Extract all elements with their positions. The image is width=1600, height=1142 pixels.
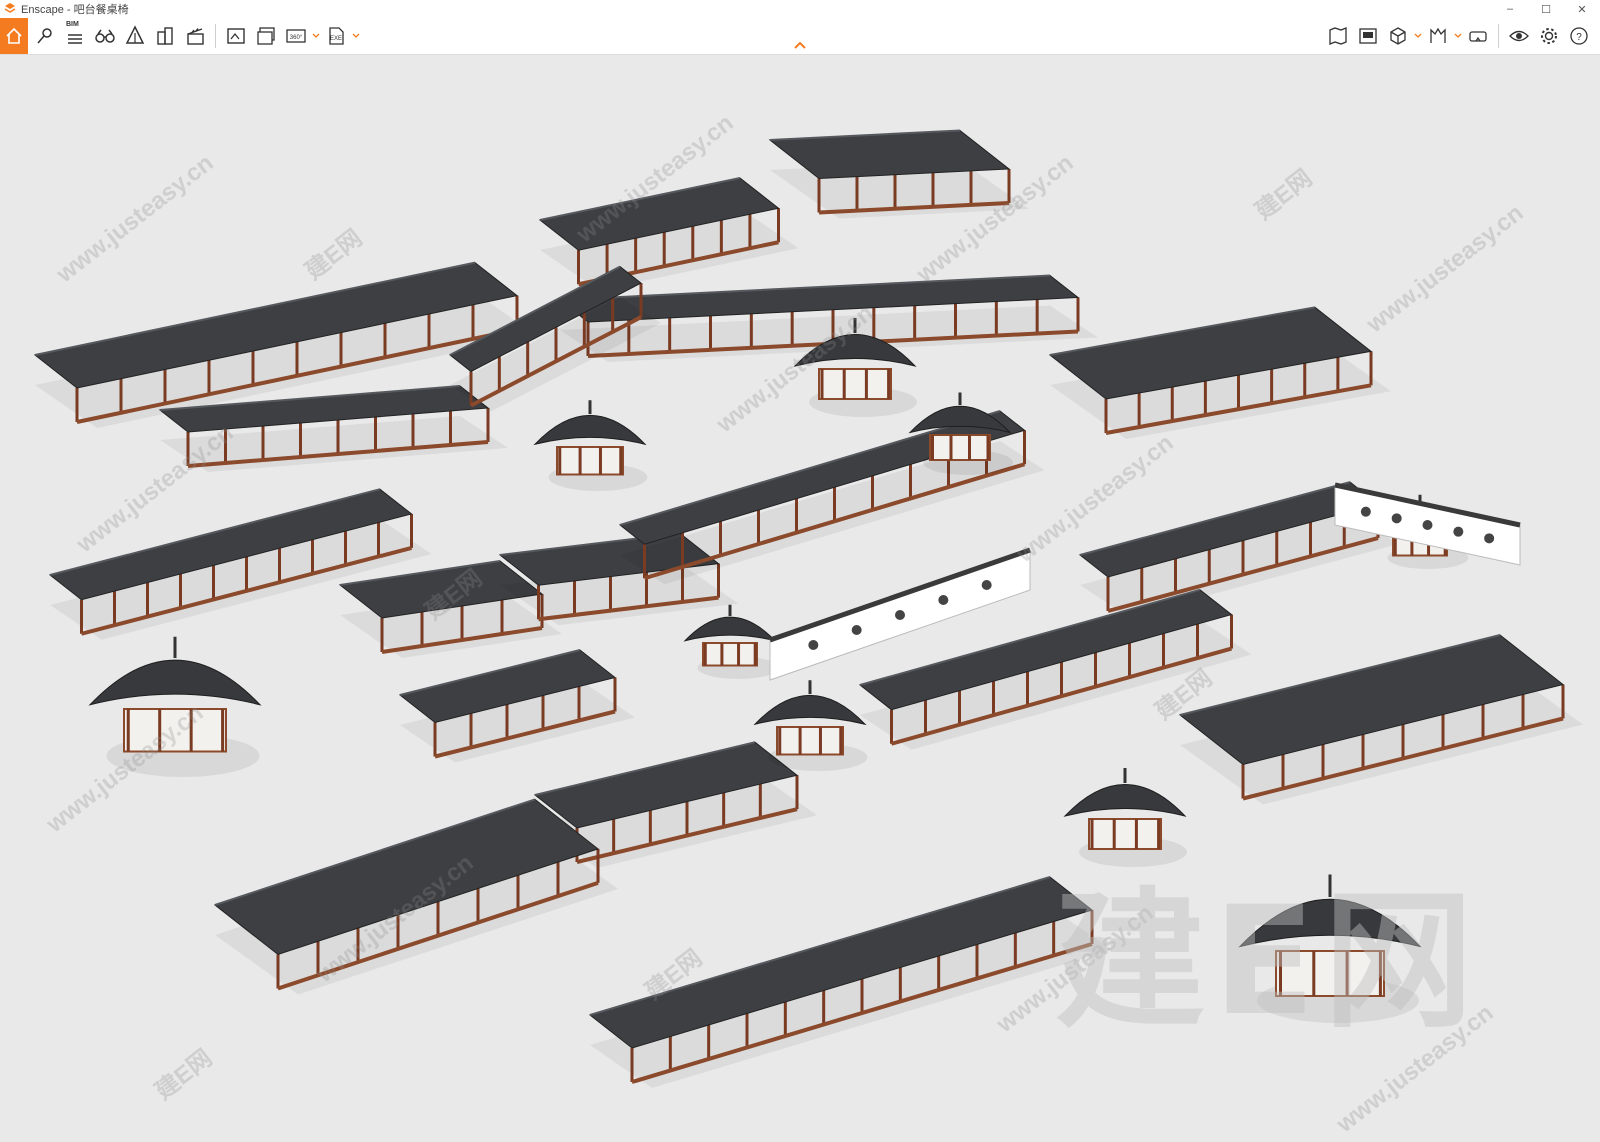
help-button[interactable]: ? [1564,18,1594,54]
panorama-360-label: 360° [290,35,303,41]
export-dropdown[interactable] [351,18,361,54]
hex-pavilion-lower-roof [753,694,867,726]
collapse-toolbar-chevron-icon[interactable] [792,40,808,50]
double-roof-pavilion-body [556,446,624,476]
cube-view-button[interactable] [1383,18,1413,54]
white-courtyard-wall-window [1391,513,1402,524]
chevron-down-icon [1454,33,1462,38]
bim-label: BIM [66,21,79,28]
eye-button[interactable] [1504,18,1534,54]
buildings-button[interactable] [150,18,180,54]
chevron-down-icon [312,33,320,38]
home-button[interactable] [0,18,28,54]
buildings-icon [157,27,173,45]
hex-pavilion-lower-body [776,726,844,756]
toolbar-separator [215,24,216,48]
svg-text:?: ? [1576,32,1582,43]
window-controls: – ☐ ✕ [1492,0,1600,18]
white-wall-with-windows-window [938,595,949,605]
hex-pavilion-center-roof [683,616,777,642]
white-courtyard-wall-window [1422,520,1433,530]
white-wall-with-windows-window [851,625,862,635]
screenshot-gallery-icon [1359,28,1377,44]
ruler-button[interactable] [1423,18,1453,54]
toolbar-right-group: ? [1323,18,1594,54]
small-pavilion-bottom-right-roof [1063,784,1187,817]
bim-button[interactable]: BIM [60,18,90,54]
asset-library-button[interactable] [120,18,150,54]
exe-export-icon: EXE [329,27,344,45]
pin-button[interactable] [30,18,60,54]
home-icon [6,27,22,44]
clapperboard-button[interactable] [180,18,210,54]
square-pavilion-left-roof [88,659,262,706]
panorama-360-button[interactable]: 360° [281,18,311,54]
render-viewport[interactable]: www.justeasy.cn 建E网 www.justeasy.cn www.jus… [0,55,1600,1142]
boat-pavilion-body [818,368,892,400]
help-icon: ? [1570,27,1588,45]
chevron-down-icon [1414,33,1422,38]
eye-icon [1509,30,1529,42]
cube-view-dropdown[interactable] [1413,18,1423,54]
white-courtyard-wall-window [1453,526,1464,537]
vr-headset-button[interactable] [1463,18,1493,54]
bim-icon [68,34,82,44]
white-wall-with-windows-window [981,580,992,590]
clapperboard-icon [187,28,204,45]
enscape-logo-icon [4,3,16,13]
cube-view-icon [1390,27,1406,45]
white-courtyard-wall-window [1360,506,1371,517]
binoculars-button[interactable] [90,18,120,54]
panorama-dropdown[interactable] [311,18,321,54]
white-wall-with-windows-window [895,610,905,620]
render-image-icon [227,28,245,44]
vr-headset-icon [1469,31,1487,42]
map-icon [1329,27,1347,45]
toolbar-left-group: BIM 360° EXE [30,18,361,54]
asset-library-icon [125,25,145,44]
pin-icon [37,28,52,44]
binoculars-icon [95,29,115,43]
exe-label: EXE [330,36,342,42]
ruler-dropdown[interactable] [1453,18,1463,54]
maximize-button[interactable]: ☐ [1528,0,1564,18]
panorama-360-icon: 360° [286,29,306,43]
map-button[interactable] [1323,18,1353,54]
title-bar: Enscape - 吧台餐桌椅 – ☐ ✕ [0,0,1600,18]
white-wall-with-windows-window [808,640,819,650]
screenshot-gallery-button[interactable] [1353,18,1383,54]
settings-gear-icon [1541,28,1557,44]
chevron-down-icon [352,33,360,38]
toolbar-separator [1498,24,1499,48]
settings-button[interactable] [1534,18,1564,54]
white-courtyard-wall-window [1484,533,1495,544]
close-button[interactable]: ✕ [1564,0,1600,18]
window-title: Enscape - 吧台餐桌椅 [21,4,129,16]
double-roof-pavilion-roof [533,414,647,446]
big-brand-watermark: 建E网 [1055,875,1482,1049]
hex-pavilion-center-body [702,642,758,667]
square-pavilion-left-body [123,708,227,753]
render-image-button[interactable] [221,18,251,54]
hex-pavilion-middle-body [929,434,991,461]
batch-render-icon [257,27,275,45]
ruler-icon [1430,27,1446,43]
batch-render-button[interactable] [251,18,281,54]
minimize-button[interactable]: – [1492,0,1528,18]
exe-export-button[interactable]: EXE [321,18,351,54]
